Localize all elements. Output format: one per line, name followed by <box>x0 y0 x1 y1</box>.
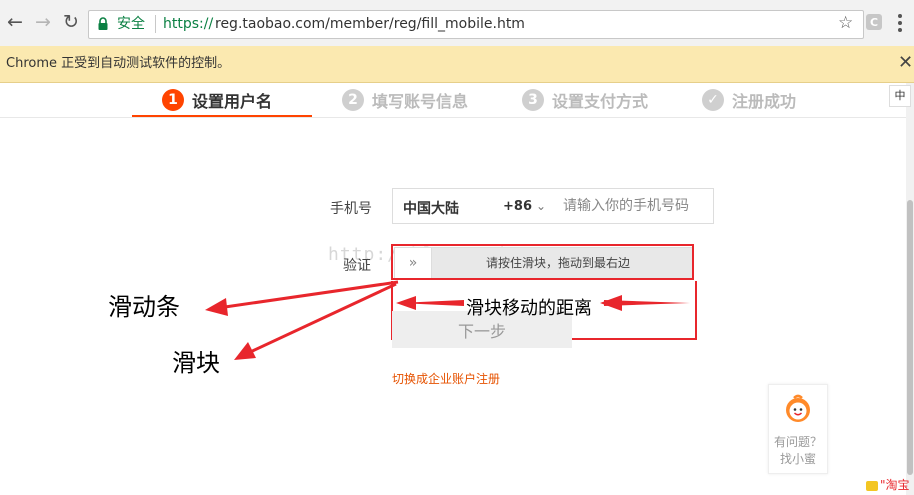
distance-arrow-right-head <box>600 295 622 311</box>
taobao-badge[interactable]: "淘宝 <box>866 476 910 493</box>
help-widget[interactable]: 有问题？ 找小蜜 <box>768 384 828 474</box>
distance-arrow-left-head <box>396 296 416 310</box>
arrow-head-slider-bar <box>205 298 228 316</box>
help-text-line2: 找小蜜 <box>779 452 816 466</box>
taobao-badge-text: "淘宝 <box>880 478 910 492</box>
help-text-line1: 有问题？ <box>773 435 822 449</box>
assistant-face-icon <box>786 394 810 422</box>
chat-icon <box>866 480 878 491</box>
